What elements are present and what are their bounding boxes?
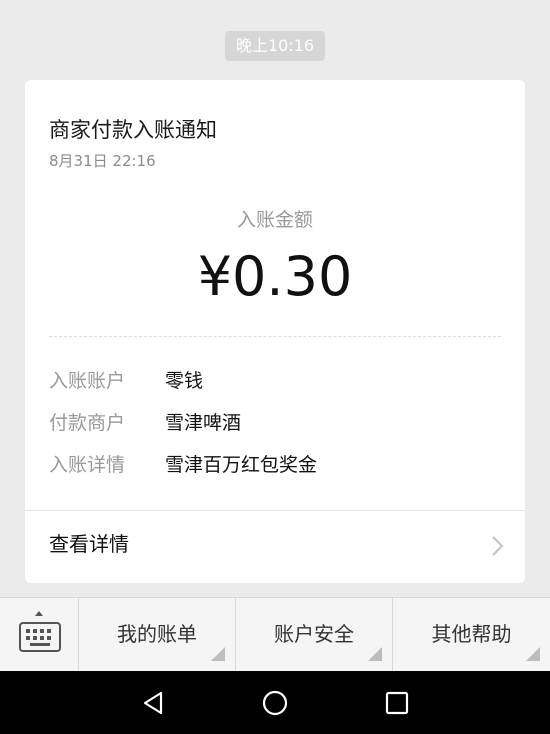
menu-other-help[interactable]: 其他帮助 [393,598,550,671]
card-date: 8月31日 22:16 [49,152,156,170]
detail-key: 入账详情 [49,454,126,476]
home-icon[interactable] [259,687,291,719]
submenu-corner-icon [368,647,382,661]
menu-label: 账户安全 [274,622,354,646]
dashed-divider [49,336,501,337]
chat-timestamp: 晚上10:16 [225,31,325,61]
payment-notification-card[interactable]: 商家付款入账通知 8月31日 22:16 入账金额 ¥0.30 入账账户 零钱 … [25,80,525,583]
detail-value: 雪津啤酒 [165,412,242,434]
menu-label: 我的账单 [117,622,197,646]
detail-row-account: 入账账户 零钱 [49,366,203,396]
screen: 晚上10:16 商家付款入账通知 8月31日 22:16 入账金额 ¥0.30 … [0,0,550,734]
chevron-right-icon [492,536,504,556]
submenu-corner-icon [211,647,225,661]
amount-label: 入账金额 [236,209,313,231]
menu-account-security[interactable]: 账户安全 [236,598,393,671]
recent-apps-icon[interactable] [381,687,413,719]
card-title: 商家付款入账通知 [49,118,217,142]
detail-row-description: 入账详情 雪津百万红包奖金 [49,450,317,480]
view-details-button[interactable]: 查看详情 [25,511,525,583]
detail-row-merchant: 付款商户 雪津啤酒 [49,408,241,438]
keyboard-icon [19,611,61,652]
system-navigation-bar [0,671,550,734]
detail-key: 付款商户 [49,412,126,434]
amount-value: ¥0.30 [197,245,353,308]
keyboard-toggle-button[interactable] [0,598,79,671]
detail-value: 零钱 [165,370,204,392]
service-menu-bar: 我的账单 账户安全 其他帮助 [0,597,550,671]
detail-key: 入账账户 [49,370,126,392]
back-icon[interactable] [138,687,170,719]
detail-value: 雪津百万红包奖金 [165,454,318,476]
view-details-label: 查看详情 [49,532,129,556]
menu-label: 其他帮助 [431,622,512,646]
menu-my-bills[interactable]: 我的账单 [79,598,236,671]
submenu-corner-icon [526,647,540,661]
